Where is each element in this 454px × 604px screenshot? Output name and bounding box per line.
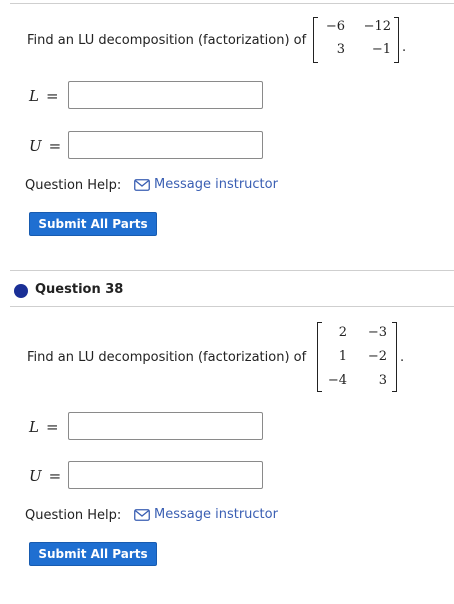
q37-help-label: Question Help: <box>25 178 122 193</box>
q38-matrix-left-bracket <box>317 322 322 392</box>
q37-matrix-cell: −6 <box>325 19 345 34</box>
q38-l-answer-input[interactable] <box>68 412 263 440</box>
q38-matrix: 2 −3 1 −2 −4 3 <box>317 322 397 392</box>
q38-matrix-right-bracket <box>392 322 397 392</box>
q37-l-answer-input[interactable] <box>68 81 263 109</box>
envelope-icon <box>134 508 150 521</box>
question-status-dot <box>14 284 28 298</box>
question-divider <box>10 270 454 271</box>
q37-matrix-cell: −12 <box>363 19 391 34</box>
q38-l-label: L = <box>29 418 59 436</box>
q37-u-answer-input[interactable] <box>68 131 263 159</box>
q37-l-label: L = <box>29 87 59 105</box>
envelope-icon <box>134 178 150 191</box>
q38-matrix-cell: 1 <box>338 349 347 364</box>
q38-submit-all-parts-button[interactable]: Submit All Parts <box>29 542 157 566</box>
q38-matrix-cell: −3 <box>367 325 387 340</box>
q38-message-instructor-link[interactable]: Message instructor <box>134 507 278 522</box>
question-header-divider <box>10 306 454 307</box>
q37-period: . <box>402 40 407 55</box>
q37-matrix-cell: −1 <box>371 42 391 57</box>
q37-u-label: U = <box>29 137 62 155</box>
q38-help-label: Question Help: <box>25 508 122 523</box>
q38-matrix-cell: 3 <box>378 373 387 388</box>
top-divider <box>10 3 454 4</box>
q37-message-instructor-text: Message instructor <box>154 177 278 192</box>
q37-prompt: Find an LU decomposition (factorization)… <box>27 33 307 48</box>
q37-matrix: −6 −12 3 −1 <box>313 17 399 63</box>
q38-u-label: U = <box>29 467 62 485</box>
q38-message-instructor-text: Message instructor <box>154 507 278 522</box>
q38-period: . <box>400 350 405 365</box>
q37-matrix-cell: 3 <box>336 42 345 57</box>
q37-matrix-left-bracket <box>313 17 318 63</box>
q38-matrix-cell: −2 <box>367 349 387 364</box>
q37-submit-all-parts-button[interactable]: Submit All Parts <box>29 212 157 236</box>
q38-title: Question 38 <box>35 282 124 297</box>
q38-matrix-cell: 2 <box>338 325 347 340</box>
q38-u-answer-input[interactable] <box>68 461 263 489</box>
q38-matrix-cell: −4 <box>327 373 347 388</box>
q37-message-instructor-link[interactable]: Message instructor <box>134 177 278 192</box>
q38-prompt: Find an LU decomposition (factorization)… <box>27 350 307 365</box>
q37-matrix-right-bracket <box>394 17 399 63</box>
